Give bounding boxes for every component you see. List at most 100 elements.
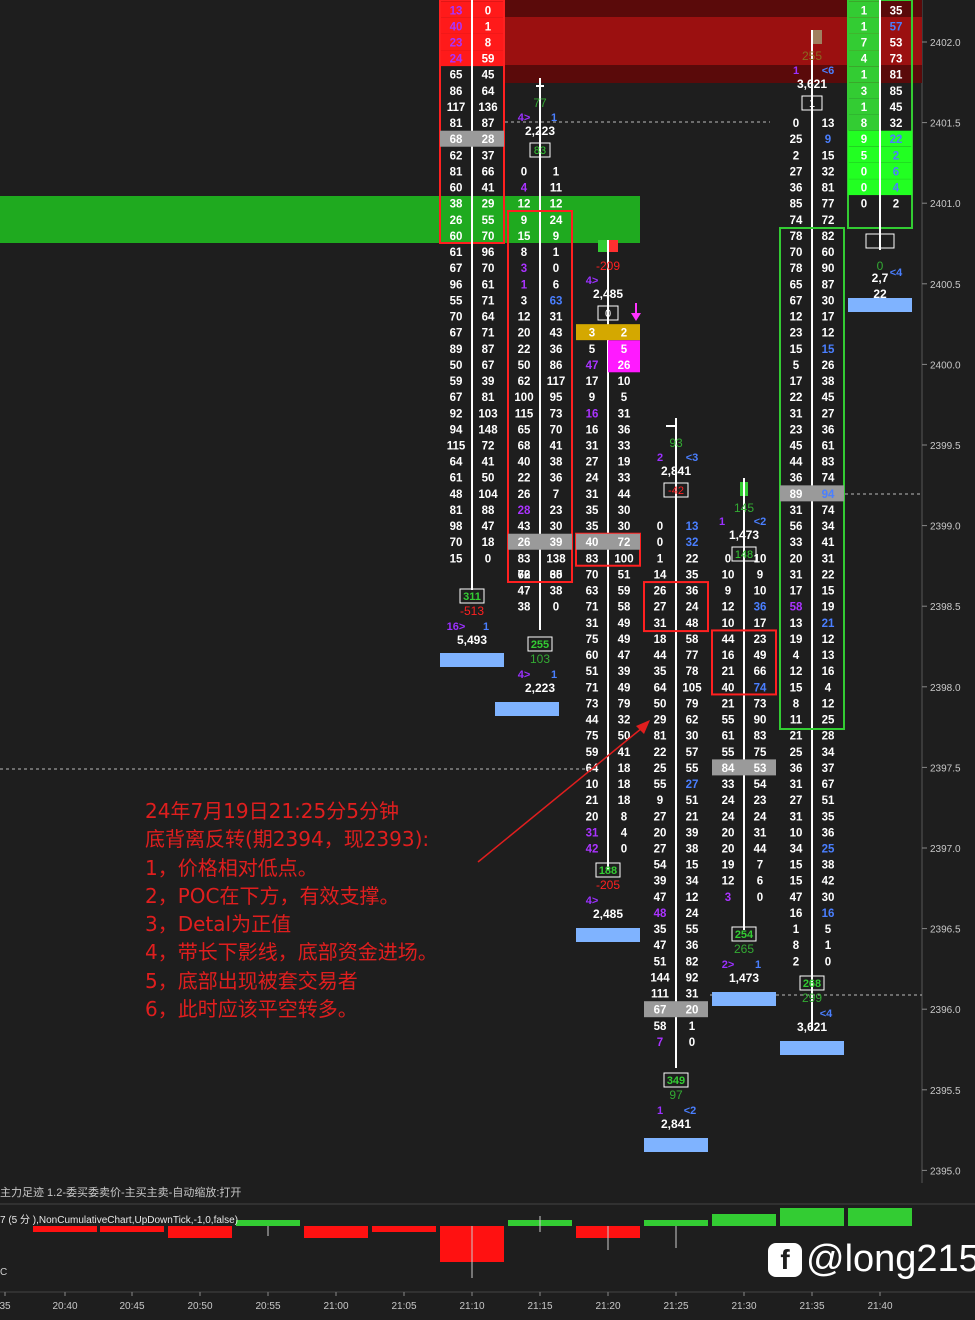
- bid-volume: 1: [521, 279, 528, 291]
- bid-volume: 71: [586, 602, 599, 614]
- ask-volume: 18: [618, 795, 631, 807]
- bid-volume: 98: [450, 521, 463, 533]
- ask-volume: 30: [550, 569, 563, 581]
- ask-volume: 6: [757, 876, 763, 888]
- ask-volume: 15: [822, 586, 835, 598]
- ask-volume: 4: [621, 827, 628, 839]
- candle-box-value: 255: [531, 639, 549, 651]
- bid-volume: 15: [790, 876, 803, 888]
- bid-volume: 1: [861, 5, 868, 17]
- ask-volume: 0: [485, 553, 491, 565]
- bid-volume: 40: [518, 457, 531, 469]
- delta-bar: [372, 1226, 436, 1232]
- ask-volume: 0: [825, 956, 831, 968]
- ask-volume: 32: [822, 166, 835, 178]
- bid-volume: 0: [521, 166, 527, 178]
- ask-volume: 38: [686, 844, 699, 856]
- bid-volume: 31: [790, 408, 803, 420]
- x-tick-label: 21:25: [663, 1301, 688, 1312]
- bid-volume: 16: [722, 650, 735, 662]
- candle-delta: 77: [533, 96, 547, 110]
- bid-volume: 78: [790, 231, 803, 243]
- bid-volume: 20: [790, 553, 803, 565]
- bid-volume: 55: [722, 715, 735, 727]
- y-tick-label: 2401.0: [930, 199, 961, 210]
- x-tick-label: 20:55: [255, 1301, 280, 1312]
- bid-volume: 25: [790, 747, 803, 759]
- ask-volume: 92: [686, 972, 699, 984]
- bid-volume: 20: [654, 827, 667, 839]
- ask-volume: 18: [618, 763, 631, 775]
- bid-volume: 65: [518, 424, 531, 436]
- support-zone: [0, 196, 640, 243]
- ask-volume: 7: [757, 860, 763, 872]
- bid-volume: 75: [586, 634, 599, 646]
- ask-volume: 60: [822, 247, 835, 259]
- ask-volume: 36: [754, 602, 767, 614]
- ask-volume: 6: [893, 166, 899, 178]
- ask-volume: 100: [614, 553, 633, 565]
- bid-volume: 22: [654, 747, 667, 759]
- bid-volume: 61: [722, 731, 735, 743]
- volume-bar: [576, 928, 640, 942]
- ask-volume: 87: [482, 118, 495, 130]
- ask-volume: 21: [686, 811, 699, 823]
- ask-volume: 83: [822, 457, 835, 469]
- candle-volume: 1,473: [729, 528, 759, 542]
- ask-volume: 13: [686, 521, 699, 533]
- ask-volume: 136: [478, 102, 497, 114]
- bid-volume: 59: [450, 376, 463, 388]
- bid-volume: 10: [722, 618, 735, 630]
- candle-volume: 2,7: [872, 271, 889, 285]
- ask-volume: 31: [686, 989, 699, 1001]
- ask-volume: 24: [754, 811, 767, 823]
- candle-open-mark: [812, 30, 822, 44]
- bid-volume: 12: [722, 876, 735, 888]
- ask-volume: 28: [822, 731, 835, 743]
- ask-volume: 74: [754, 682, 767, 694]
- bid-volume: 15: [790, 344, 803, 356]
- bid-volume: 89: [790, 489, 803, 501]
- ask-volume: 2: [621, 328, 627, 340]
- bid-volume: 47: [518, 586, 531, 598]
- bid-volume: 13: [790, 618, 803, 630]
- bid-volume: 19: [722, 860, 735, 872]
- delta-indicator-title: 7 (5 分 ),NonCumulativeChart,UpDownTick,-…: [0, 1215, 239, 1226]
- ask-volume: 16: [822, 666, 835, 678]
- ask-volume: 10: [754, 553, 767, 565]
- bid-volume: 15: [790, 860, 803, 872]
- ask-volume: 58: [618, 602, 631, 614]
- bid-volume: 35: [586, 521, 599, 533]
- candle-count-right: 1: [483, 621, 489, 633]
- ask-volume: 83: [754, 731, 767, 743]
- bid-volume: 22: [518, 344, 531, 356]
- ask-volume: 12: [822, 634, 835, 646]
- ask-volume: 15: [686, 860, 699, 872]
- candle-count-right: 1: [551, 669, 557, 681]
- bid-volume: 36: [790, 473, 803, 485]
- candle-box-value: 1: [809, 98, 815, 110]
- ask-volume: 30: [822, 295, 835, 307]
- bid-volume: 75: [586, 731, 599, 743]
- ask-volume: 0: [553, 263, 559, 275]
- ask-volume: 50: [482, 473, 495, 485]
- ask-volume: 35: [822, 811, 835, 823]
- annotation-line: 4，带长下影线，底部资金进场。: [145, 940, 438, 965]
- x-tick-label: 35: [0, 1301, 11, 1312]
- ask-volume: 49: [754, 650, 767, 662]
- ask-volume: 38: [550, 586, 563, 598]
- footprint-chart[interactable]: 2402.02401.52401.02400.52400.02399.52399…: [0, 0, 975, 1320]
- ask-volume: 66: [482, 166, 495, 178]
- ask-volume: 66: [754, 666, 767, 678]
- bid-volume: 5: [793, 360, 800, 372]
- ask-volume: 61: [822, 441, 835, 453]
- candle-volume: 5,493: [457, 633, 487, 647]
- candle-box-value: 148: [735, 549, 753, 561]
- ask-volume: 36: [618, 424, 631, 436]
- y-tick-label: 2397.5: [930, 763, 961, 774]
- ask-volume: 117: [547, 376, 566, 388]
- volume-bar: [440, 653, 504, 667]
- bid-volume: 3: [589, 328, 595, 340]
- ask-volume: 50: [618, 731, 631, 743]
- ask-volume: 79: [686, 698, 699, 710]
